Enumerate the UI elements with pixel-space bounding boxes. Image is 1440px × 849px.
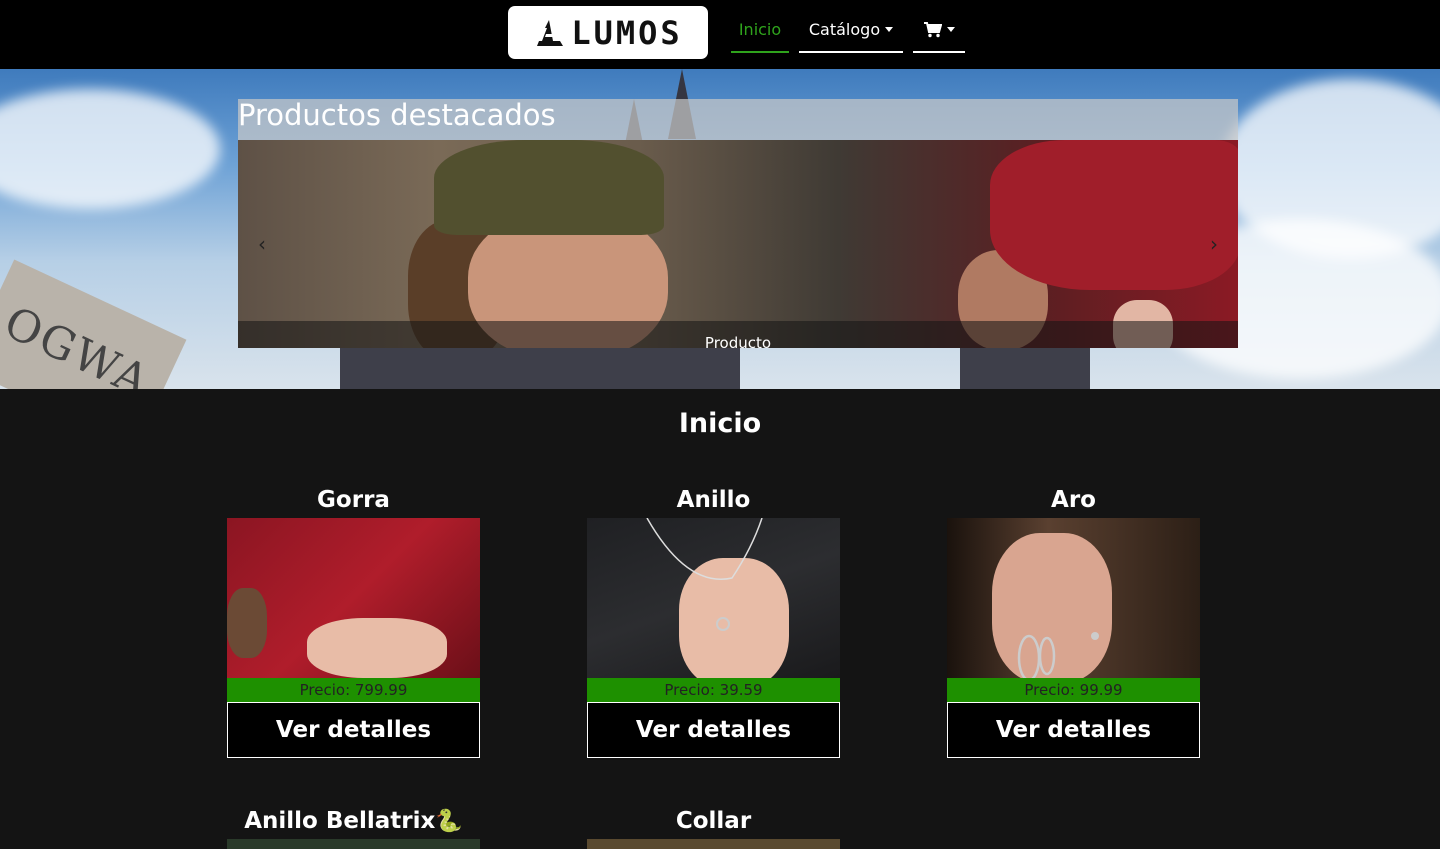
product-photo-shape bbox=[307, 618, 447, 678]
nav-link-inicio[interactable]: Inicio bbox=[731, 8, 789, 53]
brand-logo[interactable]: LUMOS bbox=[508, 6, 708, 59]
view-details-button[interactable]: Ver detalles bbox=[947, 702, 1200, 758]
product-name: Gorra bbox=[317, 487, 390, 513]
caret-down-icon bbox=[946, 27, 955, 32]
product-price: Precio: 799.99 bbox=[227, 678, 480, 702]
necklace-chain-shape bbox=[646, 518, 763, 631]
carousel-next-icon[interactable]: › bbox=[1210, 232, 1218, 256]
carousel-caption: Producto bbox=[704, 334, 772, 348]
product-name-row: Anillo Bellatrix🐍 bbox=[227, 803, 480, 839]
product-name: Aro bbox=[1051, 487, 1096, 513]
product-image[interactable] bbox=[227, 839, 480, 849]
nav-dropdown-catalogo-label: Catálogo bbox=[808, 20, 881, 39]
view-details-button[interactable]: Ver detalles bbox=[587, 702, 840, 758]
product-card: Aro Precio: 99.99 Ver detalles bbox=[947, 482, 1200, 758]
cart-icon bbox=[923, 21, 942, 37]
caret-down-icon bbox=[885, 27, 894, 32]
view-details-button[interactable]: Ver detalles bbox=[227, 702, 480, 758]
carousel-photo-shape bbox=[434, 140, 664, 235]
featured-carousel[interactable]: ‹ › Producto bbox=[238, 140, 1238, 348]
page-title: Inicio bbox=[678, 408, 762, 439]
earring-shape bbox=[1017, 632, 1099, 678]
nav-dropdown-cart[interactable] bbox=[913, 8, 965, 53]
product-price: Precio: 39.59 bbox=[587, 678, 840, 702]
featured-title: Productos destacados bbox=[238, 98, 556, 132]
nav-dropdown-catalogo[interactable]: Catálogo bbox=[799, 8, 903, 53]
product-price: Precio: 99.99 bbox=[947, 678, 1200, 702]
product-card: Collar bbox=[587, 803, 840, 849]
product-card: Anillo Bellatrix🐍 bbox=[227, 803, 480, 849]
wizard-hat-icon bbox=[537, 19, 564, 46]
snake-icon: 🐍 bbox=[435, 809, 463, 834]
cloud-shape bbox=[0, 89, 220, 209]
navbar: LUMOS Inicio Catálogo bbox=[0, 0, 1440, 69]
carousel-photo-shape bbox=[990, 140, 1238, 290]
product-name: Anillo bbox=[676, 487, 751, 513]
product-image[interactable] bbox=[947, 518, 1200, 678]
brand-name: LUMOS bbox=[571, 13, 683, 52]
product-card: Gorra Precio: 799.99 Ver detalles bbox=[227, 482, 480, 758]
product-photo-shape bbox=[227, 588, 267, 658]
product-image[interactable] bbox=[587, 839, 840, 849]
product-card: Anillo Precio: 39.59 Ver detalles bbox=[587, 482, 840, 758]
product-image[interactable] bbox=[587, 518, 840, 678]
carousel-prev-icon[interactable]: ‹ bbox=[258, 232, 266, 256]
featured-title-bar: Productos destacados bbox=[238, 99, 1238, 140]
hero-banner: OGWA Productos destacados ‹ › Producto bbox=[0, 69, 1440, 389]
product-name: Collar bbox=[675, 808, 752, 834]
nav-link-inicio-label: Inicio bbox=[738, 20, 782, 39]
product-image[interactable] bbox=[227, 518, 480, 678]
product-name: Anillo Bellatrix bbox=[244, 808, 436, 834]
